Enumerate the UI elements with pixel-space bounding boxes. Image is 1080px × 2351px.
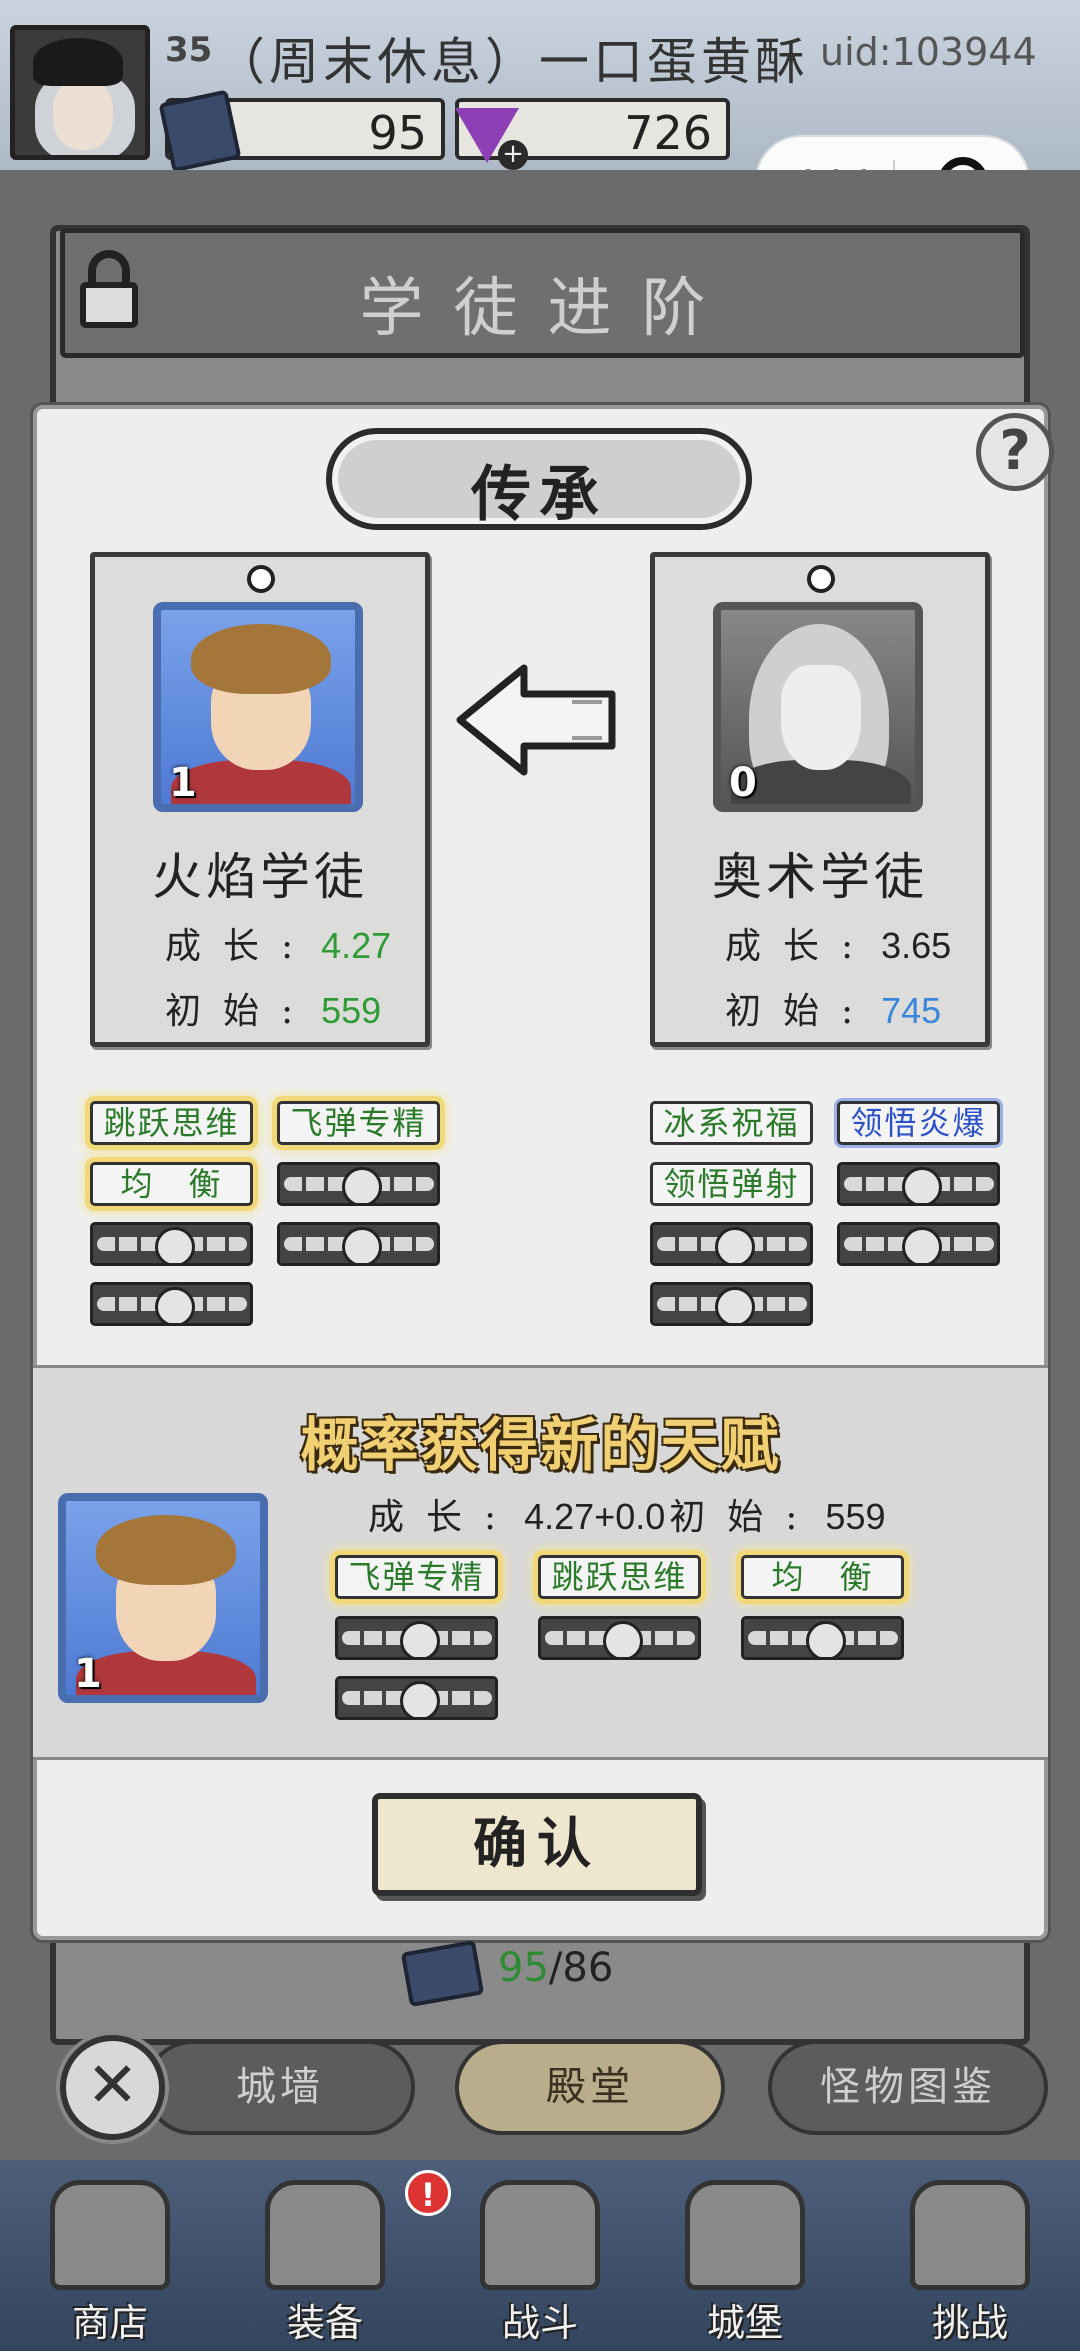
locked-talent-slot (538, 1616, 701, 1660)
initial-row: 初始: 745 (725, 982, 941, 1034)
pin-icon (807, 565, 835, 593)
tab-monster-atlas[interactable]: 怪物图鉴 (768, 2040, 1048, 2135)
portrait-hair (191, 624, 331, 694)
shield-icon (910, 2180, 1030, 2290)
source-apprentice-card: 0 奥术学徒 成长: 3.65 初始: 745 (650, 552, 990, 1047)
apprentice-name: 奥术学徒 (712, 848, 928, 906)
player-uid: uid:103944 (820, 30, 1037, 74)
talent-badge[interactable]: 跳跃思维 (90, 1101, 253, 1145)
tab-hall[interactable]: 殿堂 (455, 2040, 725, 2135)
nav-label: 挑战 (931, 2301, 1008, 2345)
growth-label: 成长: (165, 926, 316, 967)
result-apprentice-portrait: 1 (58, 1493, 268, 1703)
confirm-button[interactable]: 确认 (372, 1793, 702, 1896)
result-section: 概率获得新的天赋 1 成长: 4.27+0.0 初始: 559 飞弹专精 跳跃思维 均… (33, 1365, 1048, 1760)
help-button[interactable]: ? (976, 413, 1054, 491)
tab-wall[interactable]: 城墙 (145, 2040, 415, 2135)
result-stats: 成长: 4.27+0.0 初始: 559 (368, 1488, 890, 1540)
dialog-title-banner: 传承 (326, 428, 752, 530)
initial-label: 初始: (669, 1497, 820, 1538)
growth-row: 成长: 4.27 (165, 917, 391, 969)
growth-row: 成长: 3.65 (725, 917, 951, 969)
talent-badge[interactable]: 均 衡 (90, 1162, 253, 1206)
player-level: 35 (165, 30, 213, 70)
nav-label: 装备 (286, 2301, 363, 2345)
panel-title: 学徒进阶 (359, 272, 736, 346)
apprentice-level: 1 (74, 1651, 102, 1697)
talent-badge[interactable]: 飞弹专精 (277, 1101, 440, 1145)
crossed-swords-icon (480, 2180, 600, 2290)
pin-icon (247, 565, 275, 593)
castle-icon (685, 2180, 805, 2290)
nav-challenge[interactable]: 挑战 (885, 2180, 1055, 2350)
portrait-face (781, 665, 861, 770)
locked-talent-slot (837, 1162, 1000, 1206)
gems-resource: 726 (455, 98, 730, 163)
backpack-icon (265, 2180, 385, 2290)
locked-talent-slot (90, 1282, 253, 1326)
nav-battle[interactable]: 战斗 (455, 2180, 625, 2350)
books-need: /86 (548, 1945, 614, 1991)
nav-shop[interactable]: 商店 (25, 2180, 195, 2350)
growth-label: 成长: (725, 926, 876, 967)
locked-talent-slot (277, 1222, 440, 1266)
dialog-title: 传承 (471, 460, 607, 530)
nav-label: 城堡 (706, 2301, 783, 2345)
player-name: （周末休息）一口蛋黄酥 (215, 33, 809, 91)
initial-value: 559 (321, 990, 382, 1031)
apprentice-level: 1 (169, 760, 197, 806)
nav-label: 战斗 (501, 2301, 578, 2345)
avatar-hat (33, 38, 123, 86)
nav-label: 商店 (71, 2301, 148, 2345)
initial-value: 745 (881, 990, 942, 1031)
books-resource: 95 (158, 89, 445, 173)
locked-talent-slot (650, 1222, 813, 1266)
locked-talent-slot (90, 1222, 253, 1266)
left-arrow-icon (456, 664, 616, 776)
locked-talent-slot (837, 1222, 1000, 1266)
portrait-hair (96, 1515, 236, 1585)
apprentice-name: 火焰学徒 (152, 848, 368, 906)
growth-value: 4.27+0.0 (524, 1496, 666, 1537)
talent-badge[interactable]: 均 衡 (741, 1555, 904, 1599)
fire-apprentice-portrait: 1 (153, 602, 363, 812)
books-have: 95 (498, 1945, 549, 1991)
initial-row: 初始: 559 (165, 982, 381, 1034)
shop-icon (50, 2180, 170, 2290)
nav-castle[interactable]: 城堡 (660, 2180, 830, 2350)
initial-label: 初始: (165, 991, 316, 1032)
add-gems-button[interactable]: + (498, 140, 528, 170)
notification-badge: ! (405, 2170, 451, 2216)
target-apprentice-card: 1 火焰学徒 成长: 4.27 初始: 559 (90, 552, 430, 1047)
lock-body (80, 282, 138, 328)
arcane-apprentice-portrait: 0 (713, 602, 923, 812)
panel-titlebar: 学徒进阶 (60, 228, 1025, 358)
talent-badge[interactable]: 领悟炎爆 (837, 1101, 1000, 1145)
initial-value: 559 (825, 1496, 886, 1537)
book-counter: 95/86 (498, 1945, 613, 1991)
player-avatar[interactable] (10, 25, 150, 160)
lock-icon (80, 250, 138, 330)
growth-value: 4.27 (321, 925, 392, 966)
locked-talent-slot (335, 1676, 498, 1720)
gems-count: 726 (624, 106, 712, 160)
talent-badge[interactable]: 冰系祝福 (650, 1101, 813, 1145)
locked-talent-slot (741, 1616, 904, 1660)
locked-talent-slot (650, 1282, 813, 1326)
locked-talent-slot (335, 1616, 498, 1660)
result-title: 概率获得新的天赋 (300, 1411, 781, 1479)
avatar-face (53, 80, 113, 150)
initial-label: 初始: (725, 991, 876, 1032)
book-icon (158, 89, 242, 173)
talent-badge[interactable]: 跳跃思维 (538, 1555, 701, 1599)
growth-value: 3.65 (881, 925, 952, 966)
talent-badge[interactable]: 飞弹专精 (335, 1555, 498, 1599)
locked-talent-slot (277, 1162, 440, 1206)
growth-label: 成长: (368, 1497, 519, 1538)
nav-equipment[interactable]: 装备 (240, 2180, 410, 2350)
books-count: 95 (368, 106, 427, 160)
talent-badge[interactable]: 领悟弹射 (650, 1162, 813, 1206)
close-button[interactable]: ✕ (60, 2035, 165, 2140)
apprentice-level: 0 (729, 760, 757, 806)
